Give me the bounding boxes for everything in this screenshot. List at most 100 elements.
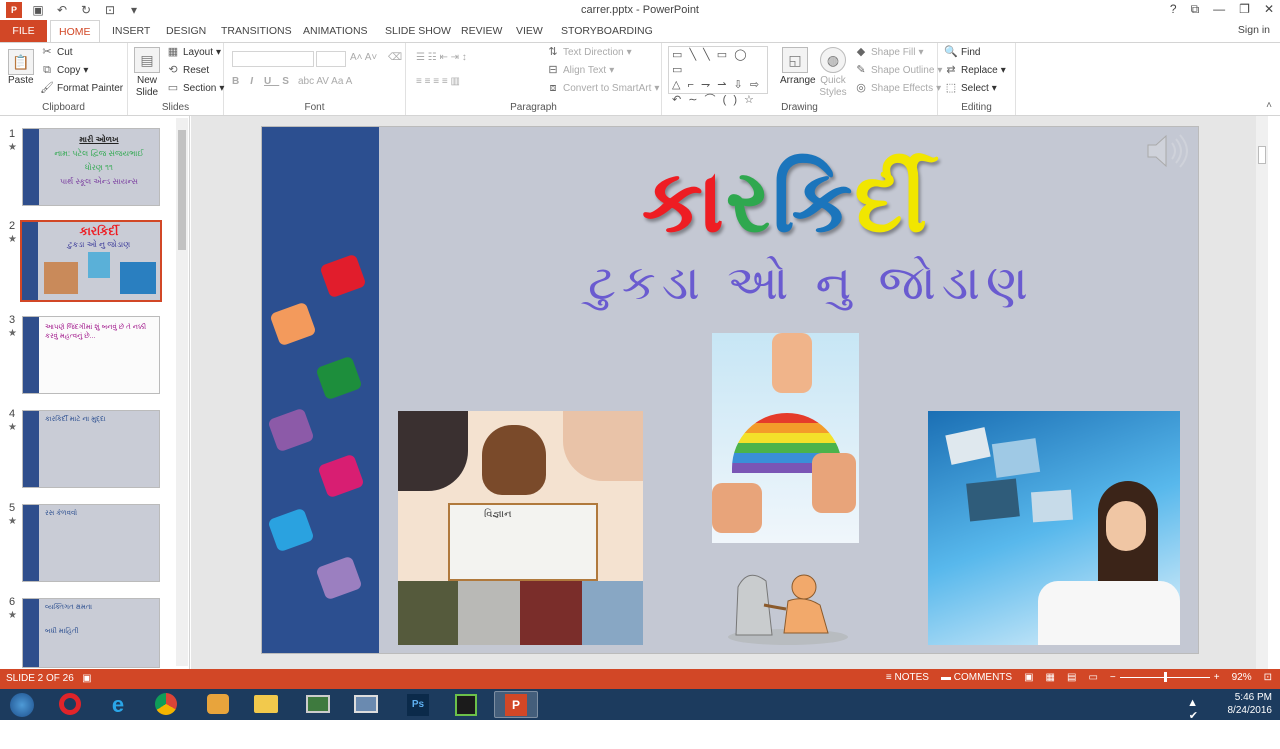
powerpoint-taskbar-icon[interactable]: P bbox=[494, 691, 538, 718]
quick-styles-button[interactable]: Quick Styles bbox=[816, 75, 850, 99]
list-buttons[interactable]: ☰ ☷ ⇤ ⇥ ↕ bbox=[416, 52, 467, 63]
tab-transitions[interactable]: TRANSITIONS bbox=[213, 20, 300, 42]
section-button[interactable]: ▭ Section ▾ bbox=[166, 82, 225, 94]
font-size-buttons[interactable]: A˄ A˅ bbox=[350, 52, 377, 63]
opera-icon[interactable] bbox=[48, 691, 92, 718]
clear-formatting-icon[interactable]: ⌫ bbox=[388, 52, 402, 63]
caveman-clipart[interactable] bbox=[724, 557, 852, 645]
find-button[interactable]: 🔍 Find bbox=[944, 46, 980, 58]
tab-storyboarding[interactable]: STORYBOARDING bbox=[553, 20, 661, 42]
quick-styles-icon[interactable]: ◍ bbox=[820, 47, 846, 73]
help-icon[interactable]: ? bbox=[1170, 2, 1177, 17]
file-explorer-icon[interactable] bbox=[244, 691, 288, 718]
shape-outline-button[interactable]: ✎ Shape Outline ▾ bbox=[854, 64, 942, 76]
reset-button[interactable]: ⟲ Reset bbox=[166, 64, 209, 76]
fit-slide-icon[interactable]: ⊡ bbox=[1264, 672, 1272, 683]
paste-button[interactable]: Paste bbox=[8, 75, 34, 86]
cut-button[interactable]: ✂ Cut bbox=[40, 46, 72, 58]
shape-fill-button[interactable]: ◆ Shape Fill ▾ bbox=[854, 46, 924, 58]
normal-view-icon[interactable]: ▣ bbox=[1024, 672, 1033, 683]
tab-insert[interactable]: INSERT bbox=[104, 20, 158, 42]
chrome-icon[interactable] bbox=[144, 691, 188, 718]
thumbnail-slide-4[interactable]: કારકિર્દી માટે ના મુદ્દા bbox=[22, 410, 160, 488]
ribbon-display-icon[interactable]: ⧉ bbox=[1191, 2, 1200, 17]
minimize-icon[interactable]: — bbox=[1213, 2, 1225, 17]
reading-view-icon[interactable]: ▤ bbox=[1067, 672, 1076, 683]
copy-button[interactable]: ⧉ Copy ▾ bbox=[40, 64, 88, 76]
font-style-buttons[interactable]: BIUS bbox=[232, 76, 297, 87]
animation-star-icon: ★ bbox=[8, 610, 17, 621]
image-soldier bbox=[398, 581, 458, 645]
slide-title[interactable]: કારકિર્દી bbox=[642, 152, 929, 254]
internet-explorer-icon[interactable]: e bbox=[96, 691, 140, 718]
arrange-icon[interactable]: ◱ bbox=[782, 47, 808, 73]
clock-date[interactable]: 8/24/2016 bbox=[1228, 704, 1273, 717]
puzzle-rainbow-image[interactable] bbox=[712, 333, 859, 543]
slide-count: SLIDE 2 OF 26 bbox=[6, 673, 74, 684]
slide-subtitle[interactable]: ટુકડા ઓ નુ જોડાણ bbox=[588, 255, 1034, 312]
thumb-line: કારકિર્દી માટે ના મુદ્દા bbox=[45, 416, 106, 423]
sign-in-link[interactable]: Sign in bbox=[1238, 24, 1270, 36]
thumbnail-scrollbar[interactable] bbox=[176, 118, 188, 666]
scrollbar-thumb[interactable] bbox=[178, 130, 186, 250]
shapes-gallery[interactable]: ▭ ╲ ╲ ▭ ◯ ▭ △ ⌐ ⇁ ⇀ ⇩ ⇨ ↶ ∼ ⌒ ( ) ☆ bbox=[668, 46, 768, 106]
text-direction-button[interactable]: ⇅ Text Direction ▾ bbox=[546, 46, 631, 58]
scrollbar-thumb[interactable] bbox=[1258, 146, 1266, 164]
app-icon[interactable] bbox=[196, 691, 240, 718]
tab-home[interactable]: HOME bbox=[50, 20, 100, 43]
align-text-button[interactable]: ⊟ Align Text ▾ bbox=[546, 64, 614, 76]
slide-sorter-icon[interactable]: ▦ bbox=[1046, 672, 1055, 683]
new-slide-button[interactable]: New Slide bbox=[132, 75, 162, 99]
clock-time[interactable]: 5:46 PM bbox=[1228, 691, 1272, 704]
format-painter-button[interactable]: 🖌 Format Painter bbox=[40, 82, 123, 94]
convert-smartart-button[interactable]: ⧈ Convert to SmartArt ▾ bbox=[546, 82, 660, 94]
arrange-button[interactable]: Arrange bbox=[780, 75, 816, 86]
paste-icon[interactable]: 📋 bbox=[8, 49, 34, 75]
select-icon: ⬚ bbox=[945, 82, 957, 94]
shape-effects-button[interactable]: ◎ Shape Effects ▾ bbox=[854, 82, 941, 94]
select-label: Select bbox=[961, 82, 989, 94]
thumbnail-slide-1[interactable]: મારી ઓળખ નામ: પટેલ દ્વિજ સંજયભાઈ ધોરણ ૧૧… bbox=[22, 128, 160, 206]
editor-scrollbar[interactable] bbox=[1256, 116, 1268, 669]
thumbnail-slide-2[interactable]: કારકિર્દી ટુકડા ઓ નુ જોડાણ bbox=[20, 220, 162, 302]
select-button[interactable]: ⬚ Select ▾ bbox=[944, 82, 997, 94]
align-buttons[interactable]: ≡ ≡ ≡ ≡ ▥ bbox=[416, 76, 460, 87]
font-effects-buttons[interactable]: abc AV Aa A bbox=[298, 76, 352, 87]
layout-button[interactable]: ▦ Layout ▾ bbox=[166, 46, 221, 58]
tab-design[interactable]: DESIGN bbox=[158, 20, 214, 42]
zoom-level[interactable]: 92% bbox=[1232, 672, 1252, 683]
tab-animations[interactable]: ANIMATIONS bbox=[295, 20, 376, 42]
thumbnail-slide-6[interactable]: વ્યક્તિગત ક્ષમતા બધી માહિતી bbox=[22, 598, 160, 668]
media-app-icon[interactable] bbox=[444, 691, 488, 718]
restore-icon[interactable]: ❐ bbox=[1239, 2, 1250, 17]
career-collage-image[interactable] bbox=[398, 581, 643, 645]
girl-technology-image[interactable] bbox=[928, 411, 1180, 645]
tab-file[interactable]: FILE bbox=[0, 20, 47, 42]
thumbnail-slide-3[interactable]: આપણે જિંદગીમાં શું બનવું છે તે નક્કી કરવ… bbox=[22, 316, 160, 394]
tab-view[interactable]: VIEW bbox=[508, 20, 551, 42]
audio-speaker-icon[interactable] bbox=[1144, 131, 1188, 171]
font-size-select[interactable] bbox=[316, 51, 346, 67]
tray-icons[interactable]: ▲ ✔ ▮ ◀) bbox=[1182, 697, 1202, 749]
slide-canvas[interactable]: કારકિર્દી ટુકડા ઓ નુ જોડાણ વિજ્ઞાન bbox=[261, 126, 1199, 654]
spellcheck-icon[interactable]: ▣ bbox=[82, 673, 91, 684]
student-reading-image[interactable]: વિજ્ઞાન bbox=[398, 411, 643, 581]
thumbnail-slide-5[interactable]: રસ કેળવવો bbox=[22, 504, 160, 582]
zoom-slider[interactable]: − + bbox=[1110, 672, 1220, 683]
photoshop-icon[interactable]: Ps bbox=[396, 691, 440, 718]
slide-editor: કારકિર્દી ટુકડા ઓ નુ જોડાણ વિજ્ઞાન bbox=[191, 116, 1268, 669]
tab-slide-show[interactable]: SLIDE SHOW bbox=[377, 20, 459, 42]
replace-button[interactable]: ⇄ Replace ▾ bbox=[944, 64, 1005, 76]
font-family-select[interactable] bbox=[232, 51, 314, 67]
start-button-icon[interactable] bbox=[2, 691, 42, 718]
thumb-image bbox=[44, 262, 78, 294]
tab-review[interactable]: REVIEW bbox=[453, 20, 510, 42]
close-icon[interactable]: ✕ bbox=[1264, 2, 1274, 17]
network-app-icon[interactable] bbox=[344, 691, 388, 718]
desktop-app-icon[interactable] bbox=[296, 691, 340, 718]
new-slide-icon[interactable]: ▤ bbox=[134, 47, 160, 73]
comments-button[interactable]: ▬ COMMENTS bbox=[941, 672, 1012, 683]
notes-button[interactable]: ≡ NOTES bbox=[886, 672, 929, 683]
slideshow-icon[interactable]: ▭ bbox=[1088, 672, 1097, 683]
collapse-ribbon-icon[interactable]: ˄ bbox=[1266, 100, 1272, 111]
